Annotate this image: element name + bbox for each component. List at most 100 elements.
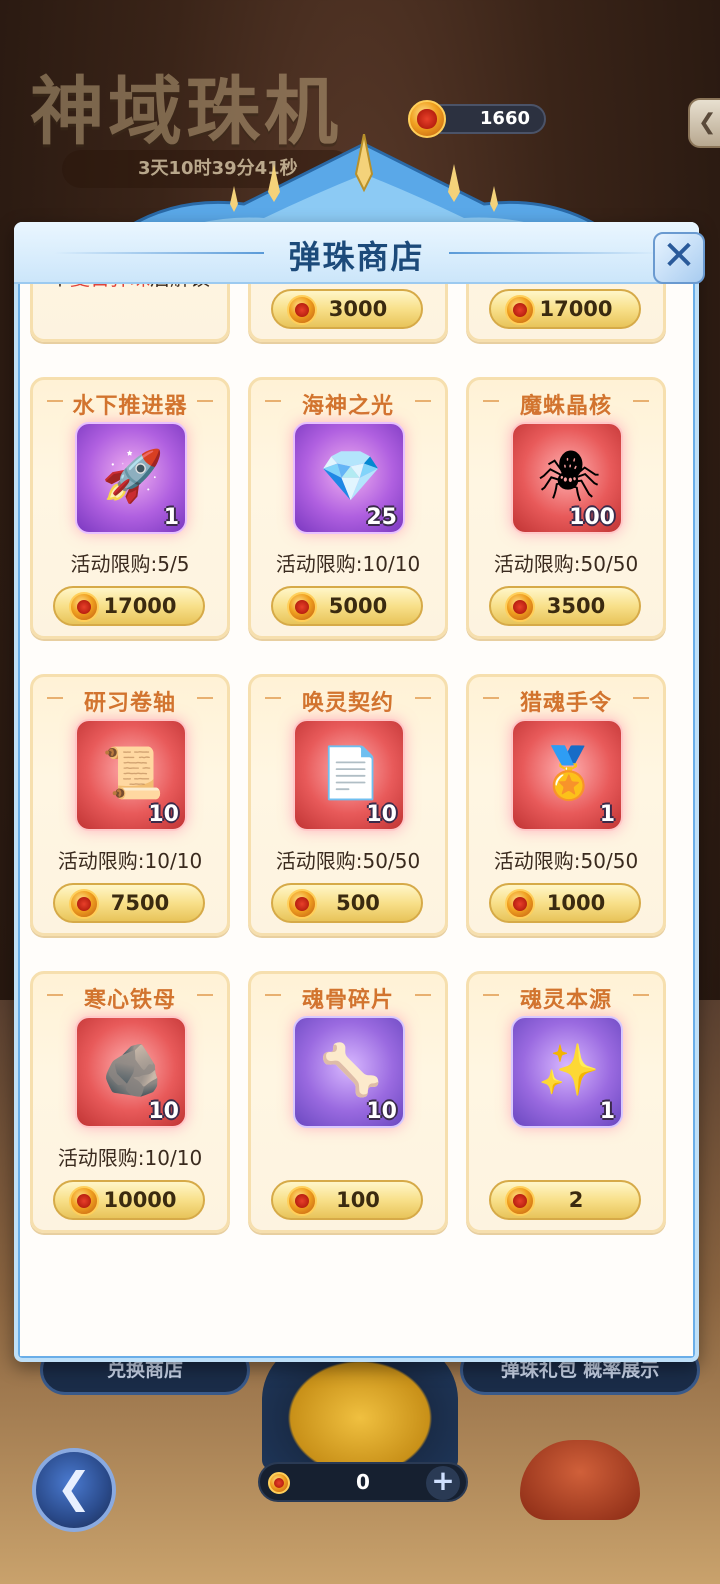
item-name: 魂灵本源 [469,982,663,1014]
item-name: 魔蛛晶核 [469,388,663,420]
item-price: 17000 [103,594,177,618]
item-price: 3000 [328,297,388,321]
marble-coin-icon [505,1186,535,1216]
chevron-left-icon: ❮ [698,110,717,135]
item-quantity: 10 [366,1099,397,1124]
shop-item-card[interactable]: 🔮1活动限购:22/223000 [248,284,448,342]
shop-item-card[interactable]: 魂灵本源 ✨ 1 2 [466,971,666,1233]
marble-coin-icon [408,100,446,138]
side-expand-button[interactable]: ❮ [688,98,720,148]
shop-item-card[interactable]: 🚀1活动限购:5/517000 [466,284,666,342]
item-icon-frame: 🏅 1 [511,719,623,831]
item-icon-frame: ✨ 1 [511,1016,623,1128]
item-quantity: 25 [366,505,397,530]
item-name: 海神之光 [251,388,445,420]
item-name: 研习卷轴 [33,685,227,717]
item-quantity: 1 [599,1099,615,1124]
buy-button[interactable]: 1000 [489,883,641,923]
item-icon-frame: 📜 10 [75,719,187,831]
buy-button[interactable]: 7500 [53,883,205,923]
buy-button[interactable]: 2 [489,1180,641,1220]
item-icon-frame: 🦴 10 [293,1016,405,1128]
add-icon[interactable]: + [426,1466,460,1500]
marble-shop-modal: 弹珠商店 ✕ 🎁1本期累计消耗727个夏日弹珠后解锁 🔮1活动限购:22/2230… [14,134,705,1362]
shop-item-card[interactable]: 唤灵契约 📄 10 活动限购:50/50 500 [248,674,448,936]
purchase-limit: 活动限购:5/5 [70,552,190,576]
buy-button[interactable]: 3000 [271,289,423,329]
buy-button[interactable]: 10000 [53,1180,205,1220]
item-quantity: 1 [599,802,615,827]
unlock-requirement: 本期累计消耗727个夏日弹珠后解锁 [33,284,227,293]
shop-item-card[interactable]: 研习卷轴 📜 10 活动限购:10/10 7500 [30,674,230,936]
buy-button[interactable]: 17000 [53,586,205,626]
item-quantity: 10 [366,802,397,827]
item-icon-frame: 🚀 1 [75,422,187,534]
scroll-icon: 📜 [101,744,165,802]
purchase-limit: 活动限购:10/10 [275,552,421,576]
purchase-limit: 活动限购:50/50 [493,552,639,576]
item-price: 100 [336,1188,380,1212]
marble-coin-icon [287,295,317,325]
ore-icon: 🪨 [101,1041,165,1099]
item-icon-frame: 🕷 100 [511,422,623,534]
purchase-limit: 活动限购:50/50 [275,849,421,873]
item-quantity: 10 [148,802,179,827]
marble-coin-icon [287,592,317,622]
purchase-limit: 活动限购:10/10 [57,1146,203,1170]
item-price: 17000 [539,297,613,321]
buy-button[interactable]: 500 [271,883,423,923]
bone-shard-icon: 🦴 [319,1041,383,1099]
shop-item-card[interactable]: 水下推进器 🚀 1 活动限购:5/5 17000 [30,377,230,639]
marble-count: 0 [356,1470,370,1494]
contract-icon: 📄 [319,744,383,802]
item-quantity: 1 [163,505,179,530]
unlock-text-suffix: 后解锁 [150,284,210,290]
marble-coin-icon [287,1186,317,1216]
unlock-text-currency: 夏日弹珠 [70,284,150,290]
buy-button[interactable]: 3500 [489,586,641,626]
item-price: 3500 [546,594,606,618]
shop-item-card[interactable]: 寒心铁母 🪨 10 活动限购:10/10 10000 [30,971,230,1233]
item-name: 水下推进器 [33,388,227,420]
item-name: 猎魂手令 [469,685,663,717]
shop-item-card[interactable]: 猎魂手令 🏅 1 活动限购:50/50 1000 [466,674,666,936]
modal-header: 弹珠商店 ✕ [14,222,705,284]
item-price: 500 [336,891,380,915]
spider-crystal-icon: 🕷 [537,447,601,505]
item-name: 唤灵契约 [251,685,445,717]
shop-item-card[interactable]: 海神之光 💎 25 活动限购:10/10 5000 [248,377,448,639]
buy-button[interactable]: 100 [271,1180,423,1220]
marble-coin-icon [69,1186,99,1216]
item-price: 1000 [546,891,606,915]
thruster-icon: 🚀 [101,447,165,505]
shop-item-card[interactable]: 魂骨碎片 🦴 10 100 [248,971,448,1233]
item-name: 魂骨碎片 [251,982,445,1014]
shop-item-card[interactable]: 魔蛛晶核 🕷 100 活动限购:50/50 3500 [466,377,666,639]
marble-counter: 0 + [258,1462,468,1502]
back-arrow-icon: ❮ [56,1463,92,1512]
marble-coin-icon [505,295,535,325]
marble-coin-icon [505,889,535,919]
back-button[interactable]: ❮ [32,1448,116,1532]
marble-coin-icon [69,592,99,622]
shop-item-card[interactable]: 🎁1本期累计消耗727个夏日弹珠后解锁 [30,284,230,342]
buy-button[interactable]: 17000 [489,289,641,329]
marble-coin-icon [268,1472,290,1494]
close-button[interactable]: ✕ [653,232,705,284]
shop-item-grid: 🎁1本期累计消耗727个夏日弹珠后解锁🔮1活动限购:22/223000🚀1活动限… [20,284,693,1356]
item-icon-frame: 💎 25 [293,422,405,534]
marble-coin-icon [505,592,535,622]
currency-display: 1660 [408,100,546,138]
purchase-limit: 活动限购:10/10 [57,849,203,873]
item-quantity: 100 [569,505,615,530]
marble-coin-icon [69,889,99,919]
token-icon: 🏅 [537,744,601,802]
crystal-icon: 💎 [319,447,383,505]
item-name: 寒心铁母 [33,982,227,1014]
soul-crystal-icon: ✨ [537,1041,601,1099]
marble-coin-icon [287,889,317,919]
item-icon-frame: 📄 10 [293,719,405,831]
modal-title: 弹珠商店 [288,238,425,276]
buy-button[interactable]: 5000 [271,586,423,626]
currency-amount: 1660 [479,108,530,129]
